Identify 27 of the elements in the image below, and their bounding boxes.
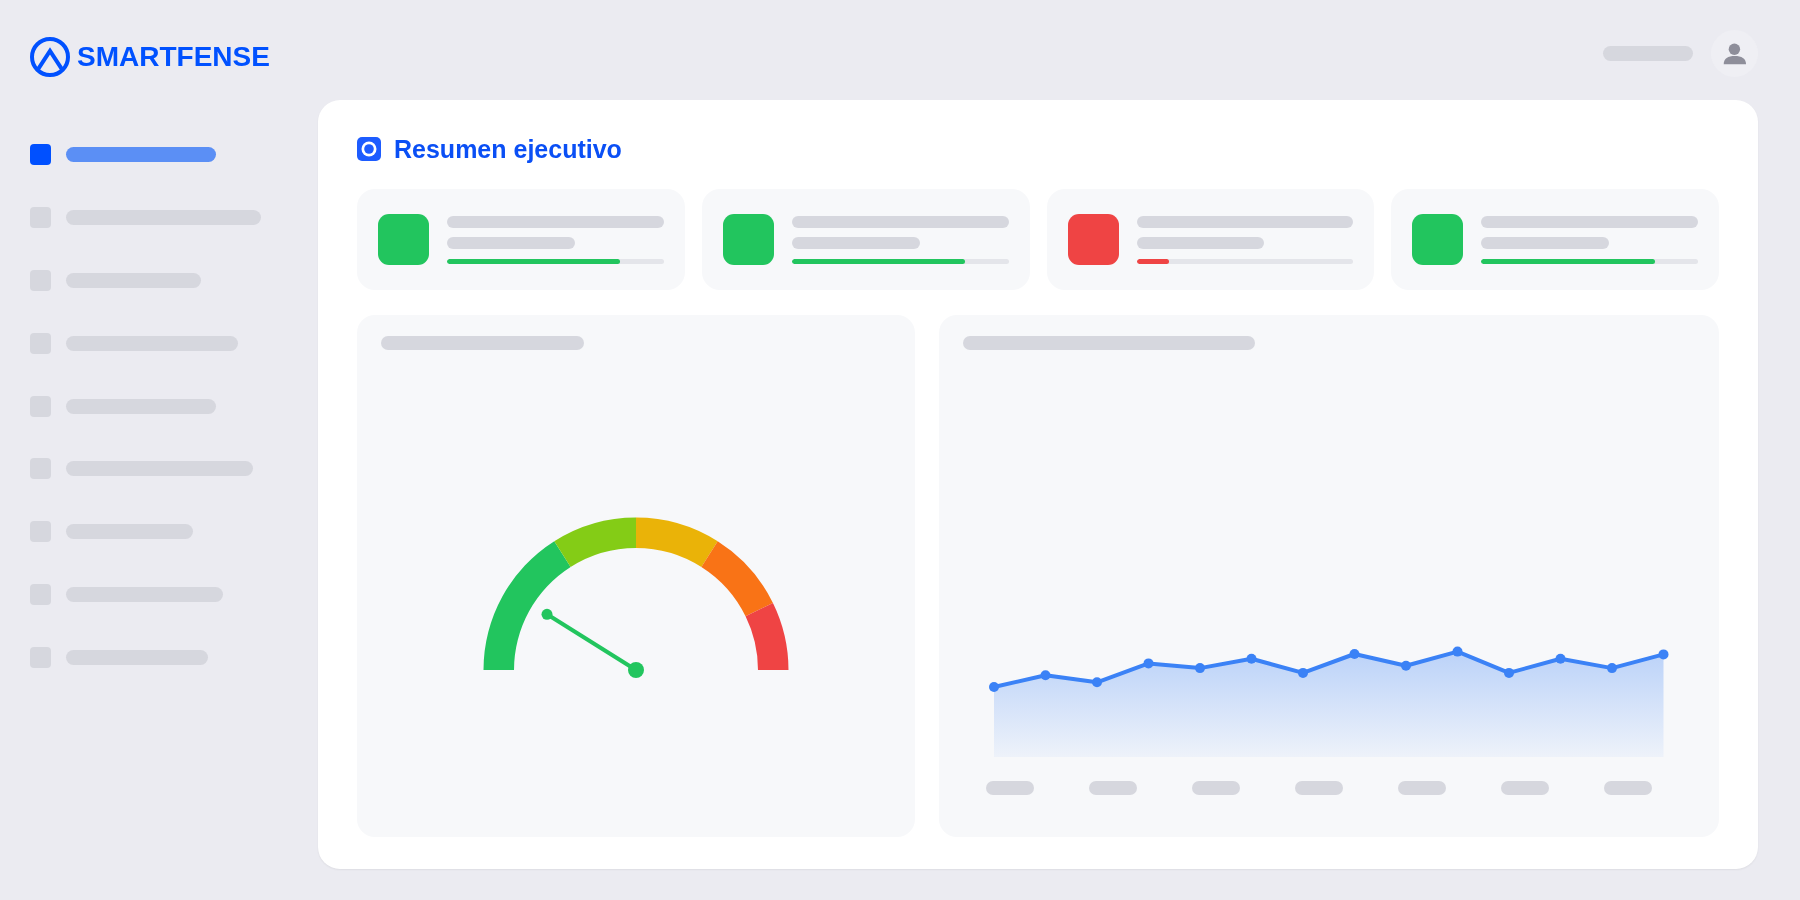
axis-label-placeholder <box>1294 781 1343 795</box>
axis-label-placeholder <box>1500 781 1549 795</box>
nav-item-label-placeholder[interactable] <box>66 147 216 162</box>
chart-point <box>1194 663 1205 674</box>
chart-point <box>1400 660 1411 671</box>
chart-point <box>1555 653 1565 664</box>
axis-label-placeholder <box>985 781 1034 795</box>
axis-label-placeholder <box>1088 781 1137 795</box>
chart-point <box>1349 649 1359 659</box>
nav-item-icon[interactable] <box>30 144 51 165</box>
chart-point <box>1246 653 1256 664</box>
chart-point <box>1452 646 1462 657</box>
chart-point <box>988 682 999 692</box>
target-icon <box>357 136 381 161</box>
brand-name: SMARTFENSE <box>77 41 270 73</box>
chart-point <box>1040 670 1050 681</box>
chart-point <box>1503 667 1514 678</box>
chart-point <box>1606 663 1617 674</box>
chart-point <box>1658 649 1668 660</box>
logo-icon <box>30 37 70 77</box>
axis-label-placeholder <box>1191 781 1240 795</box>
axis-label-placeholder <box>1397 781 1446 795</box>
axis-label-placeholder <box>1603 781 1652 795</box>
chart-point <box>1143 658 1153 669</box>
chart-point <box>1091 677 1102 688</box>
page-title: Resumen ejecutivo <box>394 133 622 164</box>
chart-point <box>1297 667 1308 678</box>
